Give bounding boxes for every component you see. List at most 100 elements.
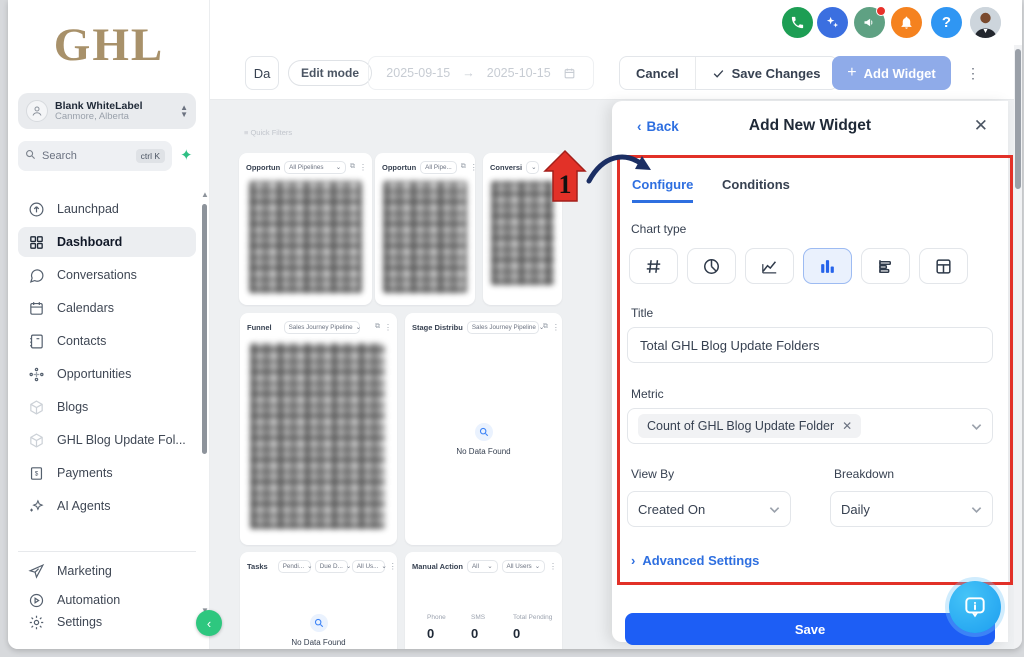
filter-select[interactable]: ⌄ <box>526 161 539 174</box>
expand-icon[interactable]: ⧉ <box>461 163 466 171</box>
widget-manual-actions[interactable]: Manual Action All⌄ All Users⌄ ⋮ Phone 0 … <box>405 552 562 649</box>
widget-funnel[interactable]: Funnel Sales Journey Pipeline⌄ ⧉ ⋮ <box>240 313 397 545</box>
window-scrollbar[interactable] <box>1014 45 1022 649</box>
widget-menu-icon[interactable]: ⋮ <box>549 562 557 571</box>
dashboard-toolbar: Da Edit mode 2025-09-15 → 2025-10-15 Can… <box>210 47 1022 100</box>
widget-opportunities-2[interactable]: Opportun All Pipe... ⧉ ⋮ <box>375 153 475 305</box>
pipeline-filter-select[interactable]: All Pipelines⌄ <box>284 161 346 174</box>
pipeline-filter-select[interactable]: Sales Journey Pipeline⌄ <box>284 321 360 334</box>
widget-stage-distribution[interactable]: Stage Distribu Sales Journey Pipeline⌄ ⧉… <box>405 313 562 545</box>
help-icon[interactable]: ? <box>931 7 962 38</box>
widget-menu-icon[interactable]: ⋮ <box>384 323 392 332</box>
save-button[interactable]: Save <box>625 613 995 645</box>
add-widget-button[interactable]: + Add Widget <box>832 56 951 90</box>
sidebar-item-opportunities[interactable]: Opportunities <box>18 359 196 389</box>
metric-select[interactable]: Count of GHL Blog Update Folder ✕ <box>627 408 993 444</box>
quick-filters-toggle[interactable]: ≡ Quick Filters <box>244 128 292 137</box>
ai-tools-icon[interactable] <box>817 7 848 38</box>
expand-icon[interactable]: ⧉ <box>350 163 355 171</box>
widget-tasks[interactable]: Tasks Pendi...⌄ Due D...⌄ All Us...⌄ ⋮ N… <box>240 552 397 649</box>
sidebar-item-calendars[interactable]: Calendars <box>18 293 196 323</box>
widget-menu-icon[interactable]: ⋮ <box>552 323 560 332</box>
window-scroll-thumb[interactable] <box>1015 49 1021 189</box>
search-input[interactable]: Search ctrl K <box>18 141 172 171</box>
widget-menu-icon[interactable]: ⋮ <box>359 163 367 172</box>
blogs-cube-icon <box>28 399 45 416</box>
account-switcher[interactable]: Blank WhiteLabel Canmore, Alberta ▲▼ <box>18 93 196 129</box>
automation-icon <box>28 592 45 609</box>
save-changes-button[interactable]: Save Changes <box>695 57 837 89</box>
notifications-bell-icon[interactable] <box>891 7 922 38</box>
chart-type-line-button[interactable] <box>745 248 794 284</box>
chart-type-bar-button[interactable] <box>803 248 852 284</box>
due-date-filter-select[interactable]: Due D...⌄ <box>315 560 348 573</box>
widget-menu-icon[interactable]: ⋮ <box>389 562 397 571</box>
sidebar-item-payments[interactable]: $ Payments <box>18 458 196 488</box>
tab-conditions[interactable]: Conditions <box>722 177 790 192</box>
widget-title-input[interactable]: Total GHL Blog Update Folders <box>627 327 993 363</box>
ai-spark-icon[interactable]: ✦ <box>180 146 193 164</box>
sidebar-item-launchpad[interactable]: Launchpad <box>18 194 196 224</box>
users-filter-select[interactable]: All Users⌄ <box>502 560 545 573</box>
search-shortcut-badge: ctrl K <box>136 149 165 163</box>
sidebar-item-marketing[interactable]: Marketing <box>18 556 196 586</box>
user-avatar[interactable] <box>970 7 1001 38</box>
horizontal-bar-chart-icon <box>876 257 895 276</box>
chevron-down-icon <box>769 502 780 517</box>
search-icon <box>25 147 36 165</box>
sidebar-scrollbar[interactable]: ▲ ▼ <box>200 190 210 615</box>
sidebar-collapse-button[interactable]: ‹ <box>196 610 222 636</box>
dashboard-name-button[interactable]: Da <box>245 56 279 90</box>
blurred-chart-content <box>491 181 554 285</box>
sidebar-item-blogs[interactable]: Blogs <box>18 392 196 422</box>
opportunities-icon <box>28 366 45 383</box>
type-filter-select[interactable]: All⌄ <box>467 560 498 573</box>
status-filter-select[interactable]: Pendi...⌄ <box>278 560 311 573</box>
more-options-icon[interactable]: ⋮ <box>963 59 983 87</box>
users-filter-select[interactable]: All Us...⌄ <box>352 560 385 573</box>
sidebar-scroll-thumb[interactable] <box>202 204 207 454</box>
calendar-icon <box>563 67 576 80</box>
tab-configure[interactable]: Configure <box>632 177 693 203</box>
chart-type-pie-button[interactable] <box>687 248 736 284</box>
date-range-picker[interactable]: 2025-09-15 → 2025-10-15 <box>368 56 594 90</box>
pipeline-filter-select[interactable]: All Pipe... <box>420 161 457 174</box>
expand-icon[interactable]: ⧉ <box>543 323 548 331</box>
scroll-up-icon[interactable]: ▲ <box>201 190 209 199</box>
pie-chart-icon <box>702 257 721 276</box>
chart-type-table-button[interactable] <box>919 248 968 284</box>
advanced-settings-toggle[interactable]: › Advanced Settings <box>631 553 759 568</box>
sidebar-item-conversations[interactable]: Conversations <box>18 260 196 290</box>
view-by-select[interactable]: Created On <box>627 491 791 527</box>
support-chat-button[interactable] <box>949 581 1001 633</box>
account-name: Blank WhiteLabel <box>55 100 143 112</box>
blurred-chart-content <box>250 343 385 529</box>
sidebar-item-ai-agents[interactable]: AI Agents <box>18 491 196 521</box>
remove-metric-icon[interactable]: ✕ <box>842 419 852 433</box>
close-icon[interactable]: ✕ <box>974 116 988 136</box>
edit-mode-badge: Edit mode <box>288 60 372 86</box>
sidebar-item-contacts[interactable]: Contacts <box>18 326 196 356</box>
sidebar-item-settings[interactable]: Settings <box>18 609 196 635</box>
sidebar-item-ghl-blog-update-folder[interactable]: GHL Blog Update Fol... <box>18 425 196 455</box>
widget-opportunities-1[interactable]: Opportun All Pipelines⌄ ⧉ ⋮ <box>239 153 372 305</box>
title-label: Title <box>631 306 653 320</box>
chart-type-number-button[interactable] <box>629 248 678 284</box>
widget-menu-icon[interactable]: ⋮ <box>470 163 478 172</box>
widget-conversions[interactable]: Conversi ⌄ ⧉ <box>483 153 562 305</box>
sidebar-item-dashboard[interactable]: Dashboard <box>18 227 196 257</box>
expand-icon[interactable]: ⧉ <box>552 163 557 171</box>
chart-type-horizontal-bar-button[interactable] <box>861 248 910 284</box>
table-icon <box>934 257 953 276</box>
breakdown-select[interactable]: Daily <box>830 491 993 527</box>
contacts-icon <box>28 333 45 350</box>
pipeline-filter-select[interactable]: Sales Journey Pipeline⌄ <box>467 321 539 334</box>
expand-icon[interactable]: ⧉ <box>375 323 380 331</box>
cancel-button[interactable]: Cancel <box>620 57 695 89</box>
no-data-state: No Data Found <box>405 423 562 456</box>
breakdown-label: Breakdown <box>834 467 894 481</box>
announcement-icon[interactable] <box>854 7 885 38</box>
view-by-label: View By <box>631 467 674 481</box>
marketing-icon <box>28 563 45 580</box>
phone-icon[interactable] <box>782 7 813 38</box>
